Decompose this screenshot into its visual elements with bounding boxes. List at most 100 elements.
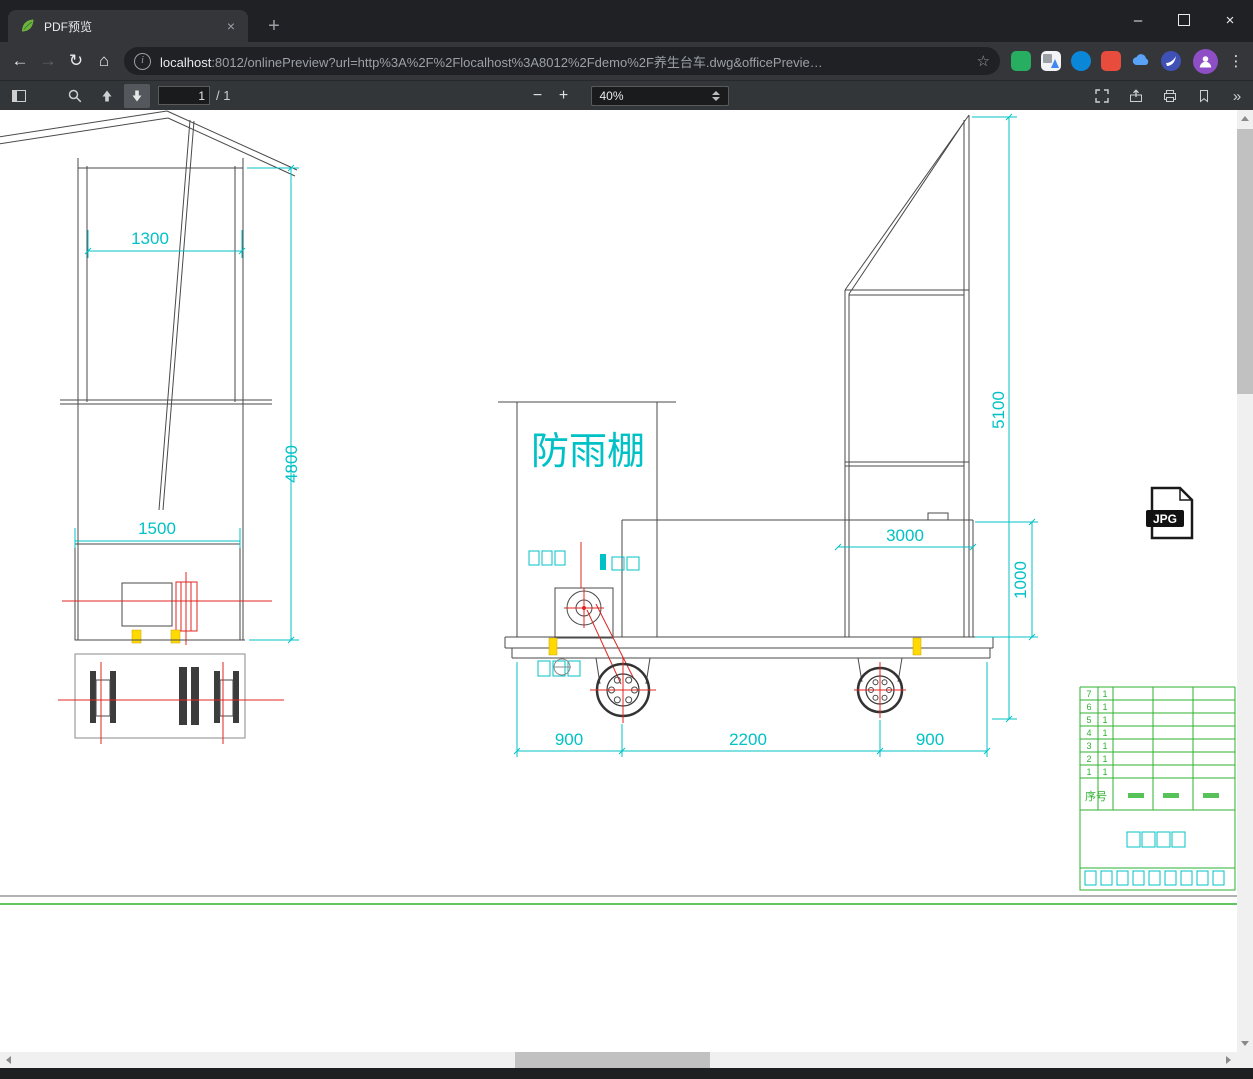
minimize-button[interactable]: – <box>1115 0 1161 40</box>
url-text[interactable]: localhost:8012/onlinePreview?url=http%3A… <box>160 52 969 71</box>
window-bottom-edge <box>0 1068 1253 1079</box>
sheet-border <box>0 895 1237 905</box>
search-icon <box>68 89 82 102</box>
window-controls: – × <box>1115 0 1253 40</box>
navigation-bar: ← → ↻ ⌂ i localhost:8012/onlinePreview?u… <box>0 42 1253 80</box>
scroll-up-arrow[interactable] <box>1237 110 1253 127</box>
bookmark-button[interactable] <box>1191 84 1217 108</box>
browser-menu-icon[interactable]: ⋮ <box>1225 52 1247 70</box>
open-file-button[interactable] <box>1123 84 1149 108</box>
wing-icon <box>1166 56 1176 66</box>
dim-label-3000: 3000 <box>886 526 924 545</box>
titleblock-row-number: 1 <box>1086 767 1091 777</box>
extension-icon-translate[interactable] <box>1041 51 1061 71</box>
page-info-icon[interactable]: i <box>134 52 151 70</box>
bookmark-star-icon[interactable]: ☆ <box>977 52 990 70</box>
home-button[interactable]: ⌂ <box>90 47 118 75</box>
pdf-page[interactable]: 1300 4800 1500 防雨棚 5100 3000 1000 900 22… <box>0 110 1237 1052</box>
address-bar[interactable]: i localhost:8012/onlinePreview?url=http%… <box>124 47 1000 75</box>
favicon-leaf-icon <box>22 19 34 32</box>
titleblock-qty: 1 <box>1102 741 1107 751</box>
maximize-button[interactable] <box>1161 0 1207 40</box>
bookmark-icon <box>1200 90 1208 103</box>
titleblock-qty: 1 <box>1102 715 1107 725</box>
toolbar-right-group: » <box>1089 81 1249 111</box>
zoom-level-value: 40% <box>599 88 624 103</box>
fullscreen-button[interactable] <box>1089 84 1115 108</box>
url-host: localhost <box>160 54 212 70</box>
dim-label-2200: 2200 <box>729 730 767 749</box>
horizontal-scroll-thumb[interactable] <box>515 1052 710 1068</box>
new-tab-button[interactable]: + <box>262 14 286 38</box>
dim-label-1300: 1300 <box>131 229 169 248</box>
scroll-down-arrow[interactable] <box>1237 1035 1253 1052</box>
maximize-icon <box>1178 14 1190 26</box>
fullscreen-icon <box>1095 89 1109 103</box>
tab-title: PDF预览 <box>44 19 93 34</box>
scrollbar-corner <box>1237 1052 1253 1068</box>
more-tools-button[interactable]: » <box>1225 88 1249 105</box>
titleblock-qty: 1 <box>1102 728 1107 738</box>
titleblock-qty: 1 <box>1102 767 1107 777</box>
highlight-mark <box>170 629 181 644</box>
page-down-button[interactable] <box>124 83 150 108</box>
tab-bar: PDF预览 × + – × <box>0 0 1253 42</box>
tab-pdf-preview[interactable]: PDF预览 × <box>8 10 248 42</box>
print-button[interactable] <box>1157 84 1183 108</box>
zoom-level-select[interactable]: 40% <box>590 85 729 106</box>
page-up-button[interactable] <box>94 84 120 108</box>
back-button[interactable]: ← <box>6 47 34 75</box>
vertical-scroll-thumb[interactable] <box>1237 129 1253 394</box>
highlight-mark <box>131 629 142 644</box>
extension-icon-cloud[interactable] <box>1131 51 1151 71</box>
profile-avatar[interactable] <box>1193 48 1218 74</box>
tab-close-icon[interactable]: × <box>222 17 240 35</box>
titleblock-row-number: 2 <box>1086 754 1091 764</box>
side-view-right-wheel <box>854 657 906 718</box>
zoom-in-button[interactable]: + <box>551 87 577 105</box>
sidebar-toggle-button[interactable] <box>6 84 32 108</box>
close-button[interactable]: × <box>1207 0 1253 40</box>
select-spinner-icon <box>711 90 720 101</box>
forward-button[interactable]: → <box>34 47 62 75</box>
url-path: :8012/onlinePreview?url=http%3A%2F%2Floc… <box>211 54 823 70</box>
reload-button[interactable]: ↻ <box>62 47 90 75</box>
sidebar-toggle-icon <box>12 89 26 102</box>
scroll-right-arrow[interactable] <box>1220 1052 1237 1068</box>
browser-window: PDF预览 × + – × ← → ↻ ⌂ i localhost:8012/o… <box>0 0 1253 1079</box>
dim-label-900-left: 900 <box>555 730 583 749</box>
titleblock-row-number: 5 <box>1086 715 1091 725</box>
titleblock-qty: 1 <box>1102 702 1107 712</box>
titleblock-row-number: 6 <box>1086 702 1091 712</box>
dim-label-5100: 5100 <box>989 391 1008 429</box>
title-block: 7 6 5 4 3 2 1 1 1 1 1 1 1 1 序号 <box>1079 686 1236 891</box>
person-icon <box>1199 55 1212 67</box>
cad-left-view <box>0 110 298 744</box>
dim-label-900-right: 900 <box>916 730 944 749</box>
extension-icon-blue-circle[interactable] <box>1071 51 1091 71</box>
titleblock-row-number: 3 <box>1086 741 1091 751</box>
print-icon <box>1164 90 1176 102</box>
vertical-scrollbar[interactable] <box>1237 110 1253 1052</box>
dim-label-1000: 1000 <box>1011 561 1030 599</box>
canopy-label: 防雨棚 <box>531 431 645 473</box>
scroll-left-arrow[interactable] <box>0 1052 17 1068</box>
zoom-out-button[interactable]: − <box>525 87 551 105</box>
cloud-icon <box>1132 54 1149 65</box>
search-button[interactable] <box>62 84 88 108</box>
cad-drawing: 1300 4800 1500 防雨棚 5100 3000 1000 900 22… <box>0 110 1237 905</box>
arrow-up-icon <box>102 90 112 101</box>
horizontal-scrollbar[interactable] <box>0 1052 1237 1068</box>
titleblock-qty: 1 <box>1102 689 1107 699</box>
extension-icon-green[interactable] <box>1011 51 1031 71</box>
titleblock-row-number: 7 <box>1086 689 1091 699</box>
dim-label-4800: 4800 <box>282 445 301 483</box>
dim-label-1500: 1500 <box>138 519 176 538</box>
extension-icon-shield[interactable] <box>1161 51 1181 71</box>
titleblock-header-xuhao: 序号 <box>1085 789 1107 803</box>
page-count-label: / 1 <box>216 88 231 103</box>
zoom-controls: − + 40% <box>525 81 729 111</box>
translate-glyph-icon <box>1043 54 1059 68</box>
extension-icon-red[interactable] <box>1101 51 1121 71</box>
page-number-input[interactable] <box>158 86 210 105</box>
